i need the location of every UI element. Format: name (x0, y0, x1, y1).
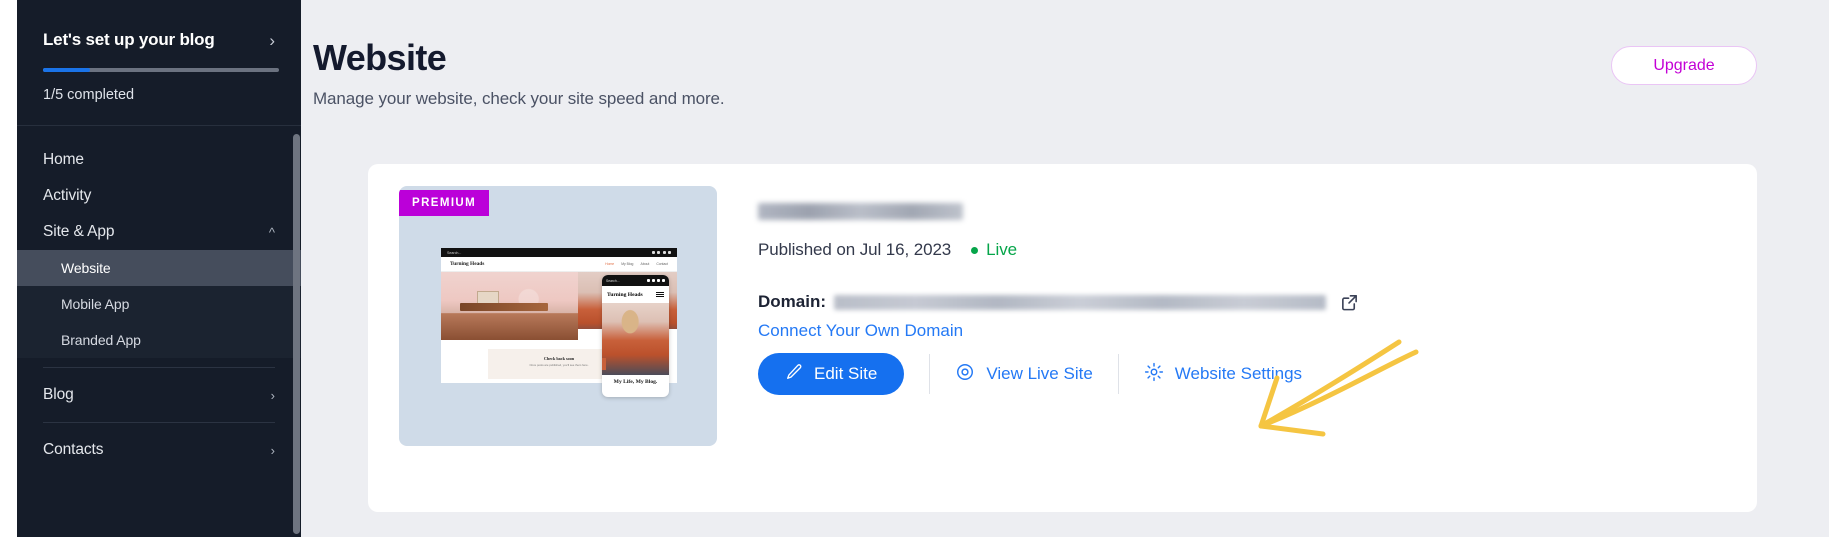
published-date: Published on Jul 16, 2023 (758, 240, 952, 259)
sidebar-item-mobile-app[interactable]: Mobile App (17, 286, 301, 322)
connect-your-own-domain-link[interactable]: Connect Your Own Domain (758, 321, 963, 341)
site-thumbnail[interactable]: PREMIUM Search... Turning Heads Home My … (399, 186, 717, 446)
mock-phone-tab (602, 358, 606, 370)
setup-progress-label: 1/5 completed (43, 87, 135, 103)
sidebar-item-label: Site & App (43, 223, 115, 240)
sidebar-item-branded-app[interactable]: Branded App (17, 322, 301, 358)
mock-nav-link: About (640, 262, 650, 266)
action-divider (1117, 354, 1119, 394)
view-live-site-button[interactable]: View Live Site (955, 362, 1093, 387)
page-bottom-strip (0, 537, 1829, 556)
hamburger-icon (656, 291, 664, 298)
page-title: Website (313, 37, 447, 78)
setup-progress-block[interactable]: Let's set up your blog › 1/5 completed (17, 0, 301, 125)
setup-title: Let's set up your blog (43, 30, 215, 49)
status-dot-icon (971, 246, 979, 254)
mock-phone-topbar: Search... (602, 275, 669, 286)
mock-phone-image (602, 303, 669, 375)
mock-phone-caption: My Life, My Blog. (613, 379, 658, 385)
sidebar-scrollbar[interactable] (293, 134, 300, 534)
mock-nav-links: Home My Blog About Contact (605, 262, 668, 266)
mock-phone-social-icons (647, 279, 665, 282)
sidebar-item-contacts[interactable]: Contacts › (17, 432, 301, 468)
edit-site-button[interactable]: Edit Site (758, 353, 905, 395)
mock-phone-logo: Turning Heads (607, 291, 643, 298)
site-name-redacted (758, 203, 963, 220)
mock-topbar: Search... (441, 248, 677, 257)
mock-hero-image-left (441, 272, 578, 340)
domain-value-redacted (834, 294, 1326, 310)
mock-search-placeholder: Search... (447, 250, 462, 255)
chevron-right-icon[interactable]: › (269, 32, 275, 49)
sidebar-item-label: Branded App (61, 332, 141, 348)
chevron-right-icon[interactable]: › (271, 389, 275, 402)
main-content: Website Manage your website, check your … (301, 0, 1829, 537)
published-row: Published on Jul 16, 2023 Live (758, 240, 1757, 260)
sidebar-divider (43, 422, 275, 423)
sidebar-item-home[interactable]: Home (17, 142, 301, 178)
chevron-right-icon[interactable]: › (271, 444, 275, 457)
mock-phone-nav: Turning Heads (602, 286, 669, 303)
app-root: Let's set up your blog › 1/5 completed H… (0, 0, 1829, 556)
mock-phone-search-placeholder: Search... (606, 278, 620, 283)
setup-progress-bar (43, 68, 279, 72)
eye-target-icon (955, 362, 975, 387)
page-header: Website Manage your website, check your … (301, 0, 1829, 109)
action-divider (929, 354, 931, 394)
premium-badge: PREMIUM (399, 190, 490, 216)
sidebar-item-label: Contacts (43, 441, 104, 458)
upgrade-button[interactable]: Upgrade (1611, 46, 1757, 85)
website-card-body: Published on Jul 16, 2023 Live Domain: C… (717, 164, 1757, 512)
sidebar-item-label: Activity (43, 187, 92, 204)
domain-label: Domain: (758, 292, 826, 311)
mobile-preview-mock: Search... Turning Heads My Life, My Blog… (602, 275, 669, 397)
sidebar-item-website[interactable]: Website (17, 250, 301, 286)
status-badge: Live (986, 240, 1017, 259)
mock-nav-link: Contact (656, 262, 668, 266)
sidebar-item-activity[interactable]: Activity (17, 178, 301, 214)
sidebar-item-label: Mobile App (61, 296, 130, 312)
sidebar: Let's set up your blog › 1/5 completed H… (17, 0, 301, 537)
sidebar-item-label: Blog (43, 386, 74, 403)
sidebar-item-blog[interactable]: Blog › (17, 377, 301, 413)
card-actions: Edit Site View Live Site Website Setting… (758, 353, 1302, 395)
pencil-icon (785, 363, 803, 386)
setup-progress-fill (43, 68, 91, 72)
sidebar-nav: Home Activity Site & App ^ Website Mobil… (17, 126, 301, 468)
sidebar-subgroup-site-and-app: Website Mobile App Branded App (17, 250, 301, 358)
page-subtitle: Manage your website, check your site spe… (313, 88, 725, 108)
mock-nav-link: Home (605, 262, 615, 266)
mock-nav: Turning Heads Home My Blog About Contact (441, 257, 677, 272)
website-settings-button[interactable]: Website Settings (1144, 362, 1302, 387)
website-card: PREMIUM Search... Turning Heads Home My … (368, 164, 1757, 512)
gear-icon (1144, 362, 1164, 387)
external-link-icon[interactable] (1340, 293, 1359, 312)
sidebar-item-label: Home (43, 151, 84, 168)
domain-row: Domain: (758, 292, 1757, 312)
sidebar-item-site-and-app[interactable]: Site & App ^ (17, 214, 301, 250)
sidebar-item-label: Website (61, 260, 111, 276)
sidebar-divider (43, 367, 275, 368)
website-settings-label: Website Settings (1174, 364, 1303, 383)
mock-logo: Turning Heads (450, 261, 485, 267)
edit-site-label: Edit Site (814, 364, 878, 383)
view-live-site-label: View Live Site (986, 364, 1093, 383)
mock-nav-link: My Blog (621, 262, 634, 266)
chevron-up-icon[interactable]: ^ (269, 226, 275, 239)
mock-social-icons (651, 251, 671, 254)
